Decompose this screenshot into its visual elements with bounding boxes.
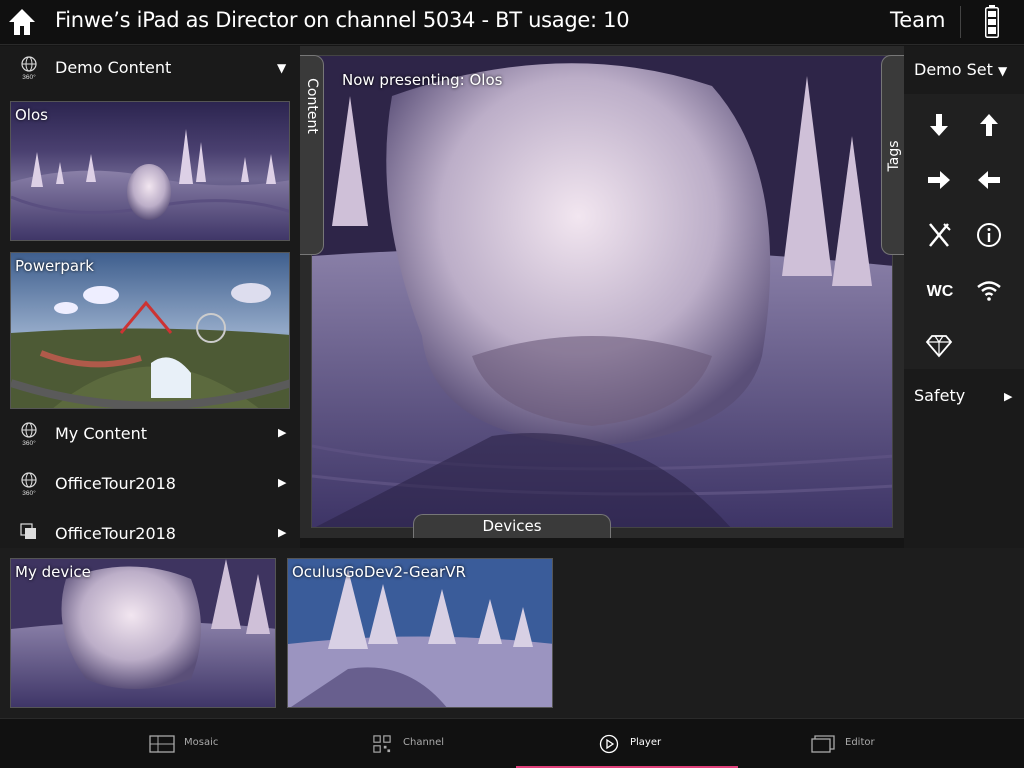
olos-preview-image	[312, 56, 892, 527]
wifi-icon[interactable]	[974, 275, 1004, 305]
tab-mosaic[interactable]: Mosaic	[0, 719, 256, 768]
tab-channel[interactable]: Channel	[256, 719, 512, 768]
tags-panel: Demo Set ▼ WC Safety ▶	[904, 46, 1024, 548]
tag-set-dropdown[interactable]: Demo Set ▼	[914, 60, 1007, 79]
arrow-right-icon[interactable]	[924, 165, 954, 195]
devices-strip: My device OculusGoDev2-GearVR	[0, 548, 1024, 718]
svg-text:WC: WC	[927, 283, 954, 300]
tab-label: Player	[630, 737, 662, 748]
play-icon	[599, 734, 619, 754]
device-view-image	[288, 559, 552, 707]
header-divider	[960, 6, 961, 38]
restaurant-icon[interactable]	[924, 220, 954, 250]
folder-my-content[interactable]: 360° My Content ▶	[0, 412, 300, 456]
device-label: My device	[15, 563, 91, 581]
360-globe-icon: 360°	[21, 422, 37, 447]
mosaic-icon	[149, 735, 175, 753]
team-button[interactable]: Team	[890, 8, 946, 32]
device-tile-my-device[interactable]: My device	[10, 558, 276, 708]
safety-category[interactable]: Safety	[914, 386, 965, 405]
tab-label: Channel	[403, 737, 445, 748]
powerpark-panorama-image	[11, 253, 289, 408]
chevron-right-icon: ▶	[278, 526, 287, 539]
now-presenting-label: Now presenting: Olos	[342, 71, 503, 89]
tab-player[interactable]: Player	[512, 719, 768, 768]
content-thumbnail-powerpark[interactable]: Powerpark	[10, 252, 290, 409]
preview-area: Now presenting: Olos	[300, 46, 904, 538]
demo-content-label: Demo Content	[55, 58, 172, 77]
tab-editor[interactable]: Editor	[768, 719, 1024, 768]
folder-officetour2018-stack[interactable]: OfficeTour2018 ▶	[0, 512, 300, 548]
360-globe-icon: 360°	[21, 472, 37, 497]
diamond-icon[interactable]	[924, 330, 954, 360]
bottom-tab-bar: Mosaic Channel Player Editor	[0, 718, 1024, 768]
content-thumbnail-olos[interactable]: Olos	[10, 101, 290, 241]
svg-text:360°: 360°	[22, 73, 36, 81]
olos-panorama-image	[11, 102, 289, 240]
chevron-down-icon: ▼	[998, 64, 1008, 78]
tab-label: Editor	[845, 737, 875, 748]
home-icon[interactable]	[6, 6, 38, 38]
arrow-up-icon[interactable]	[974, 110, 1004, 140]
tab-label: Mosaic	[184, 737, 219, 748]
wc-icon[interactable]: WC	[922, 275, 958, 305]
chevron-down-icon: ▼	[277, 61, 287, 75]
tags-side-tab[interactable]: Tags	[881, 55, 905, 255]
thumbnail-label: Olos	[15, 106, 48, 124]
tags-tab-label: Tags	[885, 140, 902, 172]
header-bar: Finwe’s iPad as Director on channel 5034…	[0, 0, 1024, 45]
thumbnail-label: Powerpark	[15, 257, 94, 275]
demo-content-folder[interactable]: 360° Demo Content ▼	[0, 46, 300, 90]
device-tile-oculusgodev2[interactable]: OculusGoDev2-GearVR	[287, 558, 553, 708]
content-panel: 360° Demo Content ▼ Olos Powerpark 360° …	[0, 46, 300, 548]
battery-icon	[985, 5, 999, 38]
chevron-right-icon: ▶	[278, 476, 287, 489]
tag-set-label: Demo Set	[914, 60, 993, 79]
device-view-image	[11, 559, 275, 707]
arrow-down-icon[interactable]	[924, 110, 954, 140]
device-label: OculusGoDev2-GearVR	[292, 563, 466, 581]
qr-code-icon	[373, 735, 391, 753]
chevron-right-icon: ▶	[278, 426, 287, 439]
content-side-tab[interactable]: Content	[300, 55, 324, 255]
arrow-left-icon[interactable]	[974, 165, 1004, 195]
chevron-right-icon: ▶	[1004, 390, 1013, 403]
info-icon[interactable]	[974, 220, 1004, 250]
folder-label: My Content	[55, 424, 147, 443]
editor-icon	[811, 735, 835, 753]
folder-label: OfficeTour2018	[55, 474, 176, 493]
folder-officetour2018[interactable]: 360° OfficeTour2018 ▶	[0, 462, 300, 506]
content-tab-label: Content	[303, 78, 320, 134]
svg-text:360°: 360°	[22, 439, 36, 447]
tag-grid: WC	[904, 94, 1024, 369]
presenting-preview[interactable]: Now presenting: Olos	[311, 55, 893, 528]
stack-icon	[20, 523, 36, 539]
svg-text:360°: 360°	[22, 489, 36, 497]
360-globe-icon: 360°	[21, 56, 37, 81]
devices-tab[interactable]: Devices	[413, 514, 611, 538]
session-title: Finwe’s iPad as Director on channel 5034…	[55, 8, 630, 32]
folder-label: OfficeTour2018	[55, 524, 176, 543]
